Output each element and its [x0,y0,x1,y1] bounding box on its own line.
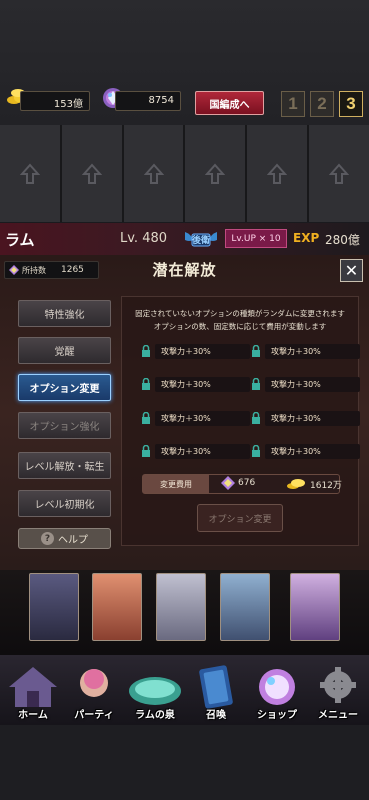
help-button[interactable]: ? ヘルプ [18,528,111,549]
menu-level-reset[interactable]: レベル初期化 [18,490,111,517]
option-change-button[interactable]: オプション変更 [197,504,283,532]
option-text: 攻撃力＋30% [161,380,211,389]
lock-icon[interactable] [251,412,261,424]
lock-icon[interactable] [141,378,151,390]
option-slot[interactable]: 攻撃力＋30% [252,377,360,392]
exp-label: EXP [293,231,320,245]
help-label: ヘルプ [58,535,88,546]
cost-label: 変更費用 [143,475,209,493]
nav-label: ショップ [257,710,297,721]
party-slot-2-button[interactable]: 2 [310,91,334,117]
nav-menu[interactable]: メニュー [310,665,366,721]
character-card[interactable] [290,573,340,641]
empty-slot[interactable] [0,125,60,222]
menu-awaken[interactable]: 覚醒 [18,337,111,364]
empty-slot[interactable] [247,125,308,222]
character-card[interactable] [92,573,142,641]
description-line-2: オプションの数、固定数に応じて費用が変動します [153,322,327,331]
shop-gem-icon [259,669,295,705]
nav-summon[interactable]: 召喚 [188,665,244,721]
rank-badge: 後衛 [183,228,219,250]
empty-slot[interactable] [123,125,184,222]
spring-icon [129,677,181,705]
option-text: 攻撃力＋30% [161,414,211,423]
nav-party[interactable]: パーティ [66,665,122,721]
empty-slot[interactable] [309,125,369,222]
nav-label: パーティ [74,710,114,721]
nav-home[interactable]: ホーム [5,665,61,721]
exp-value: 280億 [325,233,360,247]
nav-label: ラムの泉 [135,710,175,721]
menu-level-release[interactable]: レベル解放・転生 [18,452,111,479]
rank-label: 後衛 [191,235,210,246]
nav-shop[interactable]: ショップ [249,665,305,721]
character-name: ラム [5,231,35,249]
character-card[interactable] [156,573,206,641]
arrow-up-icon [19,162,40,184]
option-text: 攻撃力＋30% [271,380,321,389]
team-edit-button[interactable]: 国編成へ [195,91,264,115]
party-icon [80,669,108,697]
party-slot-3-button[interactable]: 3 [339,91,363,117]
party-slot-1-button[interactable]: 1 [281,91,305,117]
character-card[interactable] [220,573,270,641]
menu-trait-enhance[interactable]: 特性強化 [18,300,111,327]
question-icon: ? [41,532,54,545]
arrow-up-icon [267,162,288,184]
option-text: 攻撃力＋30% [271,347,321,356]
arrow-up-icon [143,162,164,184]
option-slot[interactable]: 攻撃力＋30% [252,344,360,359]
lock-icon[interactable] [251,378,261,390]
nav-label: メニュー [318,710,358,721]
party-slots [0,125,369,222]
crystal-icon [221,476,235,490]
nav-label: 召喚 [206,710,226,721]
option-text: 攻撃力＋30% [271,414,321,423]
option-text: 攻撃力＋30% [161,447,211,456]
arrow-up-icon [205,162,226,184]
menu-option-change[interactable]: オプション変更 [18,374,111,401]
lock-icon[interactable] [251,345,261,357]
option-text: 攻撃力＋30% [161,347,211,356]
character-level: Lv. 480 [120,231,168,246]
option-slot[interactable]: 攻撃力＋30% [142,377,250,392]
option-slot[interactable]: 攻撃力＋30% [142,344,250,359]
panel-title: 潜在解放 [152,261,217,279]
option-slot[interactable]: 攻撃力＋30% [142,411,250,426]
option-slot[interactable]: 攻撃力＋30% [142,444,250,459]
gear-icon [320,667,356,703]
empty-slot[interactable] [185,125,246,222]
level-up-button[interactable]: Lv.UP × 10 [225,229,287,248]
bottom-empty-area [0,725,369,800]
cost-gems: 676 [238,478,256,488]
cost-gold: 1612万 [310,481,342,491]
house-icon [9,667,57,707]
option-slot[interactable]: 攻撃力＋30% [252,444,360,459]
lock-icon[interactable] [141,412,151,424]
arrow-up-icon [81,162,102,184]
option-text: 攻撃力＋30% [271,447,321,456]
empty-slot[interactable] [61,125,122,222]
description-line-1: 固定されていないオプションの種類がランダムに変更されます [135,309,345,318]
arrow-up-icon [329,162,350,184]
lock-icon[interactable] [141,445,151,457]
lock-icon[interactable] [141,345,151,357]
nav-label: ホーム [18,710,48,721]
option-slot[interactable]: 攻撃力＋30% [252,411,360,426]
lock-icon[interactable] [251,445,261,457]
gold-amount: 153億 [20,91,90,111]
menu-option-enhance[interactable]: オプション強化 [18,412,111,439]
close-button[interactable]: ✕ [340,259,363,282]
gold-coins-icon [287,479,305,489]
character-bar: ラム Lv. 480 後衛 Lv.UP × 10 EXP 280億 [0,223,369,255]
nav-spring[interactable]: ラムの泉 [127,665,183,721]
character-card[interactable] [29,573,79,641]
summon-card-icon [199,665,233,709]
gem-amount: 8754 [115,91,181,111]
